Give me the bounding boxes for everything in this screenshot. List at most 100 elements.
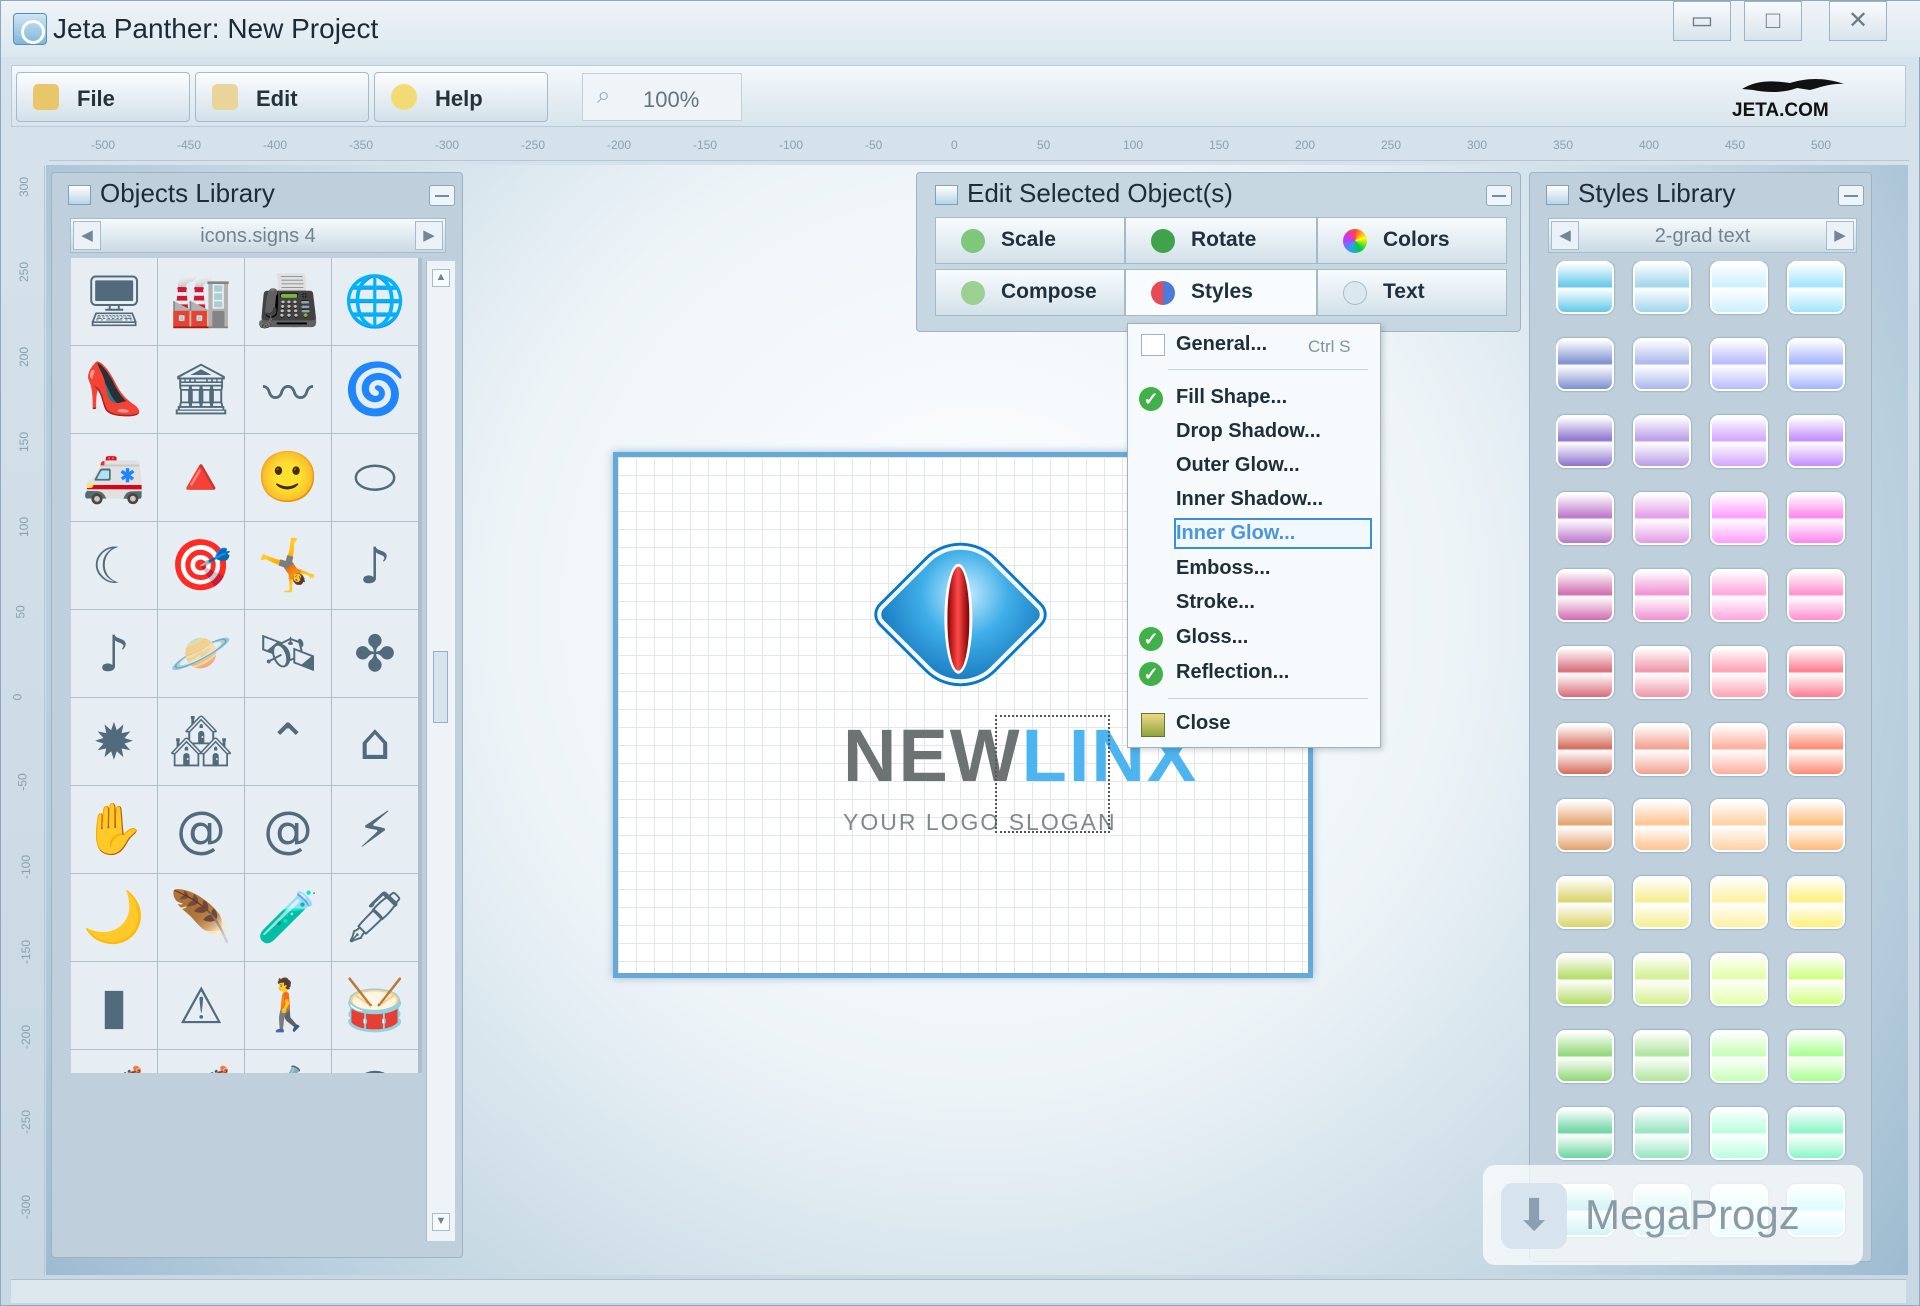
style-swatch[interactable] bbox=[1556, 645, 1614, 699]
selection-outline[interactable] bbox=[995, 715, 1110, 833]
object-library-item[interactable]: 🏘 bbox=[158, 698, 244, 785]
object-library-item[interactable]: 🙂 bbox=[245, 434, 331, 521]
stroke-menu-item[interactable]: Stroke... bbox=[1176, 591, 1255, 614]
style-swatch[interactable] bbox=[1787, 491, 1845, 545]
style-swatch[interactable] bbox=[1556, 568, 1614, 622]
style-swatch[interactable] bbox=[1787, 722, 1845, 776]
edit-menu-button[interactable]: Edit bbox=[195, 72, 369, 122]
object-library-item[interactable]: 🚑 bbox=[71, 434, 157, 521]
general-menu-item[interactable]: General... bbox=[1176, 333, 1267, 356]
styles-panel-minimize-button[interactable] bbox=[1838, 185, 1864, 206]
rotate-button[interactable]: Rotate bbox=[1125, 217, 1317, 264]
object-library-item[interactable]: 🌀 bbox=[332, 346, 418, 433]
style-swatch[interactable] bbox=[1556, 1107, 1614, 1161]
style-swatch[interactable] bbox=[1710, 1030, 1768, 1084]
object-library-item[interactable]: 🏭 bbox=[158, 258, 244, 345]
style-swatch[interactable] bbox=[1787, 1107, 1845, 1161]
close-button[interactable]: ✕ bbox=[1829, 1, 1887, 41]
style-swatch[interactable] bbox=[1556, 722, 1614, 776]
object-library-item[interactable]: 👠 bbox=[71, 346, 157, 433]
style-swatch[interactable] bbox=[1710, 568, 1768, 622]
object-library-item[interactable]: ▮ bbox=[71, 962, 157, 1049]
zoom-control[interactable]: ⌕ 100% bbox=[582, 73, 742, 121]
style-swatch[interactable] bbox=[1787, 1030, 1845, 1084]
style-swatch[interactable] bbox=[1633, 261, 1691, 314]
object-library-item[interactable]: 🌐 bbox=[332, 258, 418, 345]
style-swatch[interactable] bbox=[1633, 953, 1691, 1007]
object-library-item[interactable]: 🧪 bbox=[245, 874, 331, 961]
object-library-item[interactable]: 〰 bbox=[245, 346, 331, 433]
style-swatch[interactable] bbox=[1556, 799, 1614, 853]
object-library-item[interactable]: 🎻 bbox=[71, 1050, 157, 1073]
object-library-item[interactable]: ⌃ bbox=[245, 698, 331, 785]
style-swatch[interactable] bbox=[1633, 414, 1691, 468]
style-swatch[interactable] bbox=[1710, 1107, 1768, 1161]
style-swatch[interactable] bbox=[1633, 645, 1691, 699]
style-swatch[interactable] bbox=[1633, 876, 1691, 930]
style-swatch[interactable] bbox=[1710, 491, 1768, 545]
style-swatch[interactable] bbox=[1787, 799, 1845, 853]
object-library-item[interactable]: @ bbox=[158, 786, 244, 873]
object-library-item[interactable]: 🎯 bbox=[158, 522, 244, 609]
style-swatch[interactable] bbox=[1633, 722, 1691, 776]
styles-button[interactable]: Styles bbox=[1125, 269, 1317, 316]
object-library-item[interactable]: 🤸 bbox=[245, 522, 331, 609]
edit-panel-minimize-button[interactable] bbox=[1486, 185, 1512, 206]
compose-button[interactable]: Compose bbox=[935, 269, 1125, 316]
object-library-item[interactable]: 🖥 bbox=[71, 258, 157, 345]
object-library-item[interactable]: 🚶 bbox=[245, 962, 331, 1049]
object-library-item[interactable]: ⚠ bbox=[158, 962, 244, 1049]
style-swatch[interactable] bbox=[1556, 491, 1614, 545]
inner-glow-menu-item[interactable]: Inner Glow... bbox=[1176, 522, 1295, 545]
style-swatch[interactable] bbox=[1556, 337, 1614, 391]
style-swatch[interactable] bbox=[1633, 337, 1691, 391]
object-library-item[interactable]: 🔺 bbox=[158, 434, 244, 521]
object-library-item[interactable]: 🪶 bbox=[158, 874, 244, 961]
objects-scrollbar[interactable]: ▲ ▼ bbox=[426, 261, 455, 1241]
object-library-item[interactable]: ✋ bbox=[71, 786, 157, 873]
style-swatch[interactable] bbox=[1787, 337, 1845, 391]
file-menu-button[interactable]: File bbox=[16, 72, 190, 122]
outer-glow-menu-item[interactable]: Outer Glow... bbox=[1176, 454, 1300, 477]
style-swatch[interactable] bbox=[1787, 568, 1845, 622]
scale-button[interactable]: Scale bbox=[935, 217, 1125, 264]
style-swatch[interactable] bbox=[1710, 799, 1768, 853]
previous-style-category-button[interactable]: ◀ bbox=[1551, 221, 1579, 250]
style-swatch[interactable] bbox=[1633, 568, 1691, 622]
style-swatch[interactable] bbox=[1633, 1030, 1691, 1084]
object-library-item[interactable]: ✹ bbox=[71, 698, 157, 785]
style-swatch[interactable] bbox=[1556, 414, 1614, 468]
object-library-item[interactable]: ☺ bbox=[332, 1050, 418, 1073]
style-swatch[interactable] bbox=[1787, 876, 1845, 930]
object-library-item[interactable]: ♪ bbox=[332, 522, 418, 609]
object-library-item[interactable]: 🔬 bbox=[245, 1050, 331, 1073]
object-library-item[interactable]: 🖋 bbox=[332, 874, 418, 961]
help-menu-button[interactable]: Help bbox=[374, 72, 548, 122]
style-swatch[interactable] bbox=[1556, 1030, 1614, 1084]
style-swatch[interactable] bbox=[1556, 953, 1614, 1007]
next-category-button[interactable]: ▶ bbox=[415, 221, 443, 250]
close-menu-item[interactable]: Close bbox=[1176, 712, 1230, 735]
object-library-item[interactable]: ♪ bbox=[71, 610, 157, 697]
reflection-menu-item[interactable]: Reflection... bbox=[1176, 661, 1289, 684]
maximize-button[interactable]: □ bbox=[1744, 1, 1802, 41]
object-library-item[interactable]: 🌙 bbox=[71, 874, 157, 961]
text-button[interactable]: Text bbox=[1317, 269, 1507, 316]
object-library-item[interactable]: ✤ bbox=[332, 610, 418, 697]
style-swatch[interactable] bbox=[1710, 414, 1768, 468]
object-library-item[interactable]: 🏛 bbox=[158, 346, 244, 433]
object-library-item[interactable]: ⚡ bbox=[332, 786, 418, 873]
style-swatch[interactable] bbox=[1710, 953, 1768, 1007]
object-library-item[interactable]: ☾ bbox=[71, 522, 157, 609]
object-library-item[interactable]: 🎻 bbox=[158, 1050, 244, 1073]
colors-button[interactable]: Colors bbox=[1317, 217, 1507, 264]
style-swatch[interactable] bbox=[1710, 876, 1768, 930]
style-swatch[interactable] bbox=[1787, 261, 1845, 314]
panel-minimize-button[interactable] bbox=[429, 185, 455, 206]
object-library-item[interactable]: 🛰 bbox=[245, 610, 331, 697]
style-swatch[interactable] bbox=[1787, 414, 1845, 468]
next-style-category-button[interactable]: ▶ bbox=[1826, 221, 1854, 250]
style-swatch[interactable] bbox=[1556, 876, 1614, 930]
object-library-item[interactable]: @ bbox=[245, 786, 331, 873]
style-swatch[interactable] bbox=[1710, 722, 1768, 776]
